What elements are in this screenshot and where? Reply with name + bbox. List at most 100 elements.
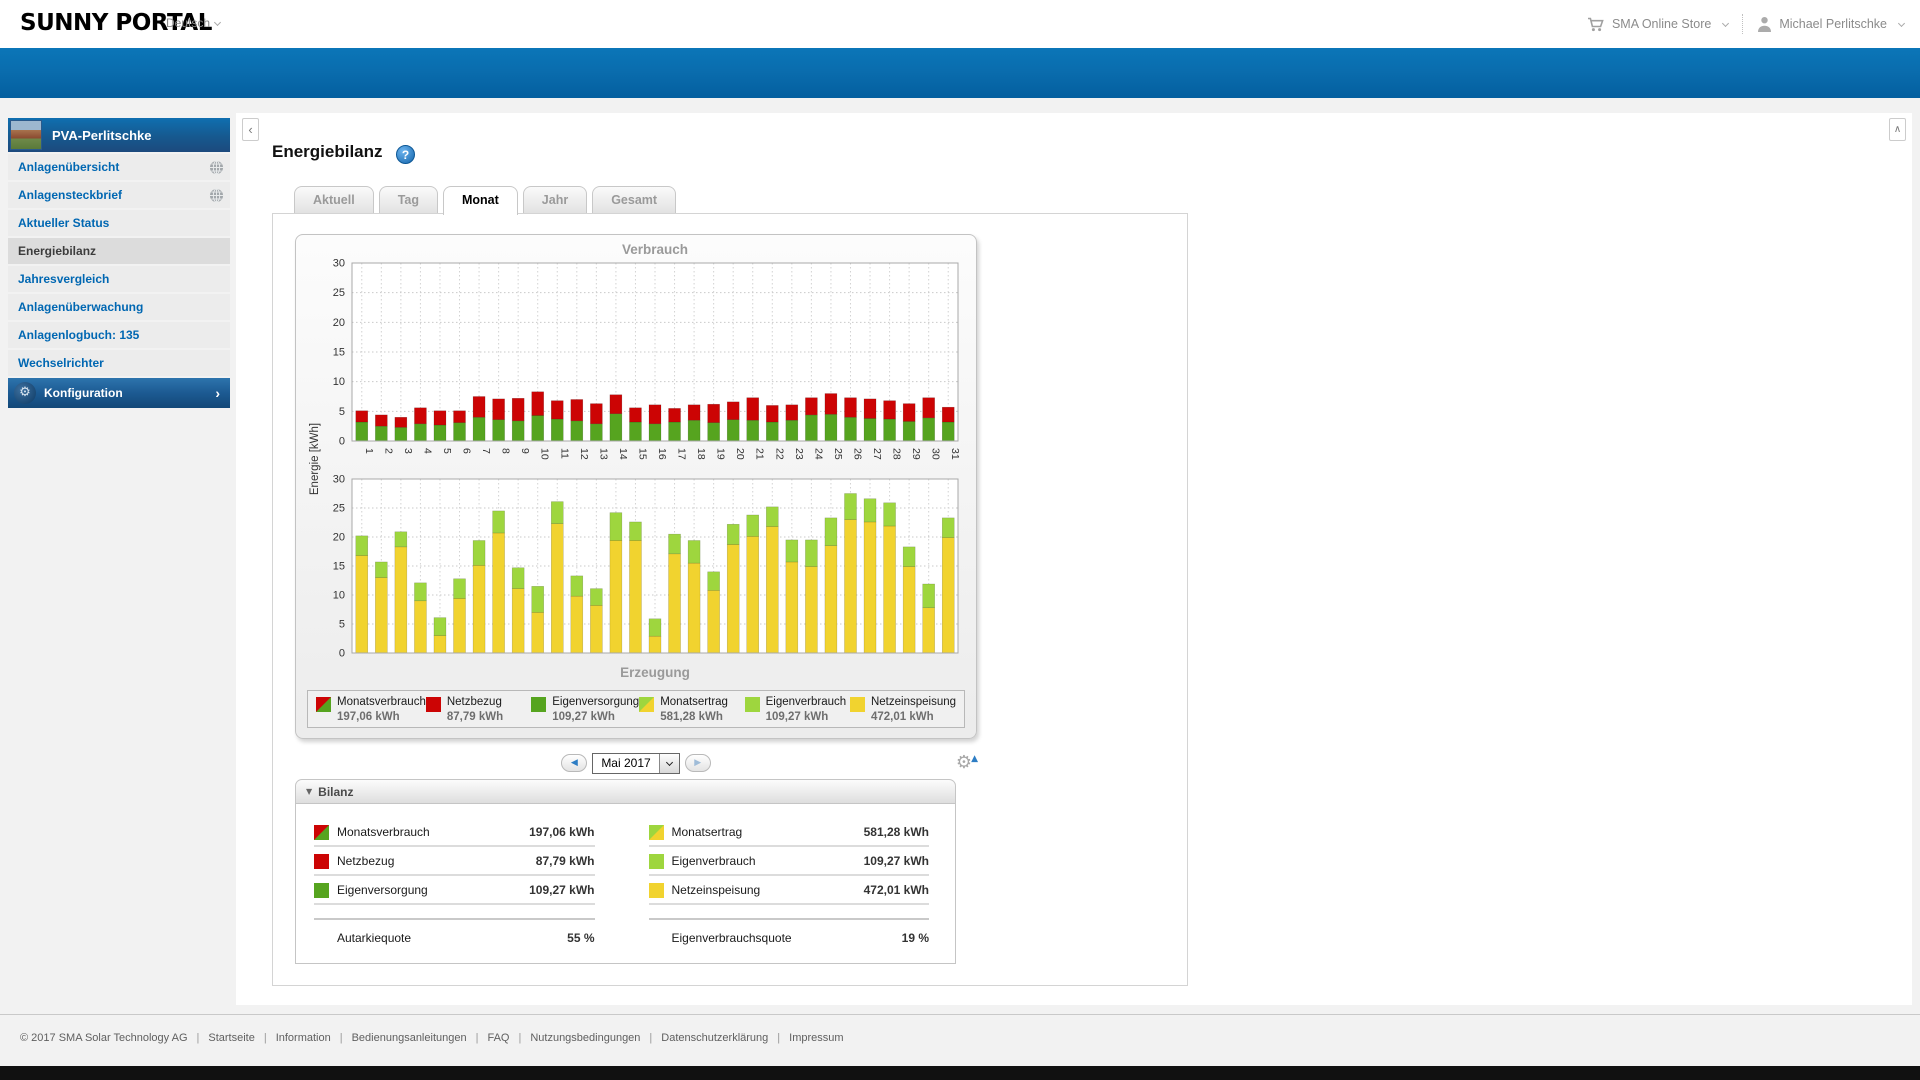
svg-text:5: 5 (339, 406, 345, 418)
balance-left-column: Monatsverbrauch 197,06 kWh Netzbezug 87,79 … (314, 818, 595, 963)
sidebar-item-energiebilanz[interactable]: Energiebilanz (8, 238, 230, 264)
footer-link-faq[interactable]: FAQ (487, 1032, 509, 1044)
tab-tag[interactable]: Tag (378, 186, 438, 213)
legend-value: 87,79 kWh (446, 710, 504, 723)
svg-text:30: 30 (333, 258, 345, 270)
legend-value: 197,06 kWh (337, 710, 400, 723)
balance-color-icon (648, 824, 664, 840)
online-store-menu[interactable]: SMA Online Store (1587, 17, 1730, 32)
legend-color-icon (531, 696, 547, 712)
svg-text:24: 24 (812, 448, 824, 460)
svg-text:27: 27 (871, 448, 883, 460)
divider: | (339, 1032, 343, 1044)
sidebar-item-label: Aktueller Status (18, 216, 110, 230)
cart-icon (1587, 17, 1605, 32)
legend-value: 472,01 kWh (870, 710, 934, 723)
online-store-label: SMA Online Store (1611, 17, 1712, 31)
svg-text:23: 23 (793, 448, 805, 460)
chart-settings-button[interactable]: ⚙ ▲ (953, 752, 978, 774)
svg-text:12: 12 (578, 448, 590, 460)
plant-header[interactable]: PVA-Perlitschke (8, 118, 230, 152)
tab-jahr[interactable]: Jahr (522, 186, 588, 213)
balance-row-monatsertrag: Monatsertrag 581,28 kWh (648, 818, 929, 847)
balance-value: 87,79 kWh (535, 853, 595, 868)
balance-color-icon (314, 824, 329, 840)
svg-text:16: 16 (656, 448, 668, 460)
tab-gesamt[interactable]: Gesamt (592, 186, 677, 213)
balance-color-icon (314, 853, 329, 869)
top-bar: SUNNY PORTAL Deutsch SMA Online Store Mi… (0, 0, 1920, 48)
svg-text:20: 20 (333, 532, 345, 544)
help-icon[interactable]: ? (396, 145, 415, 164)
svg-text:10: 10 (333, 376, 345, 388)
collapse-sidebar-button[interactable]: ‹ (242, 118, 259, 141)
divider: | (196, 1032, 200, 1044)
footer-link-startseite[interactable]: Startseite (208, 1032, 254, 1044)
footer-link-nutzungsbedingungen[interactable]: Nutzungsbedingungen (530, 1032, 640, 1044)
divider: | (777, 1032, 781, 1044)
svg-text:0: 0 (339, 436, 345, 448)
svg-text:3: 3 (402, 448, 414, 454)
chevron-down-icon (1897, 19, 1906, 27)
balance-header[interactable]: ▼ Bilanz (295, 779, 956, 804)
tab-aktuell[interactable]: Aktuell (294, 186, 374, 213)
svg-text:25: 25 (832, 448, 844, 460)
konfiguration-label: Konfiguration (44, 386, 123, 400)
language-selector[interactable]: Deutsch (166, 16, 222, 30)
chevron-down-icon (1722, 19, 1730, 27)
chevron-right-icon: › (215, 385, 220, 401)
sidebar-item-jahresvergleich[interactable]: Jahresvergleich (8, 266, 230, 292)
collapse-caret-icon: ▼ (306, 787, 313, 796)
sidebar-item-anlagensteckbrief[interactable]: Anlagensteckbrief (8, 182, 230, 208)
legend-label: Eigenversorgung (552, 695, 640, 708)
globe-icon (209, 187, 224, 203)
sidebar-item-konfiguration[interactable]: ⚙ Konfiguration › (8, 378, 230, 408)
quote-value: 19 % (901, 931, 929, 945)
svg-text:Erzeugung: Erzeugung (620, 665, 690, 680)
next-month-button[interactable]: ▶ (684, 754, 711, 772)
sidebar-item-anlagen-bersicht[interactable]: Anlagenübersicht (8, 154, 230, 180)
tab-monat[interactable]: Monat (442, 186, 518, 215)
balance-color-icon (314, 882, 329, 898)
balance-row-netzeinspeisung: Netzeinspeisung 472,01 kWh (648, 876, 929, 905)
quote-label: Eigenverbrauchsquote (671, 931, 792, 945)
collapse-panel-button[interactable]: ∧ (1889, 118, 1906, 141)
sidebar-item-label: Wechselrichter (18, 356, 104, 370)
footer-link-information[interactable]: Information (276, 1032, 331, 1044)
sidebar-item-label: Energiebilanz (18, 244, 97, 258)
svg-text:0: 0 (339, 648, 345, 660)
legend-label: Netzbezug (446, 695, 502, 708)
legend-label: Eigenverbrauch (765, 695, 847, 708)
svg-text:28: 28 (891, 448, 903, 460)
month-select-value: Mai 2017 (601, 756, 651, 770)
sidebar-item-anlagenlogbuch-135[interactable]: Anlagenlogbuch: 135 (8, 322, 230, 348)
sidebar-menu: Anlagenübersicht Anlagensteckbrief Aktuell… (8, 154, 230, 376)
svg-text:20: 20 (333, 317, 345, 329)
previous-month-button[interactable]: ◀ (561, 754, 588, 772)
svg-text:30: 30 (333, 474, 345, 486)
footer: © 2017 SMA Solar Technology AG | Startsei… (0, 1014, 1920, 1066)
svg-text:Verbrauch: Verbrauch (622, 242, 688, 257)
balance-row-eigenverbrauch: Eigenverbrauch 109,27 kWh (648, 847, 929, 876)
copyright-text: © 2017 SMA Solar Technology AG (20, 1032, 188, 1044)
user-menu[interactable]: Michael Perlitschke (1757, 16, 1906, 32)
svg-text:4: 4 (421, 448, 433, 454)
footer-link-impressum[interactable]: Impressum (789, 1032, 843, 1044)
month-select[interactable]: Mai 2017 (592, 752, 680, 774)
footer-link-datenschutzerkl-rung[interactable]: Datenschutzerklärung (661, 1032, 768, 1044)
svg-text:30: 30 (930, 448, 942, 460)
sidebar-item-wechselrichter[interactable]: Wechselrichter (8, 350, 230, 376)
month-select-dropdown-button[interactable] (658, 753, 679, 773)
svg-text:2: 2 (382, 448, 394, 454)
sidebar-item-aktueller-status[interactable]: Aktueller Status (8, 210, 230, 236)
balance-row-eigenversorgung: Eigenversorgung 109,27 kWh (314, 876, 595, 905)
sidebar-item-label: Jahresvergleich (18, 272, 110, 286)
sidebar-item-anlagen-berwachung[interactable]: Anlagenüberwachung (8, 294, 230, 320)
balance-panel: ▼ Bilanz Monatsverbrauch 197,06 kWh Netzbe… (295, 779, 956, 964)
footer-link-bedienungsanleitungen[interactable]: Bedienungsanleitungen (352, 1032, 467, 1044)
divider: | (518, 1032, 522, 1044)
legend-color-icon (849, 696, 865, 712)
legend-label: Monatsverbrauch (337, 695, 426, 708)
sidebar-item-label: Anlagensteckbrief (18, 188, 123, 202)
balance-value: 581,28 kWh (863, 824, 929, 839)
